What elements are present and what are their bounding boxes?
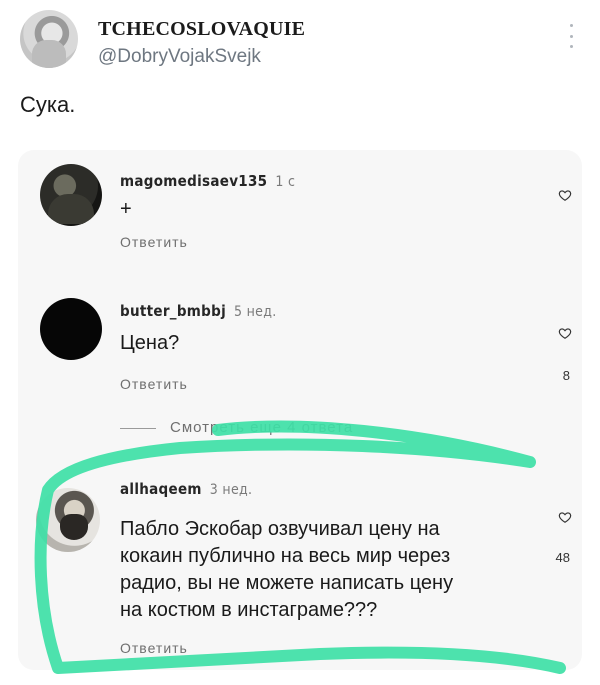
comment-text-line: на костюм в инстаграме??? xyxy=(120,599,378,621)
comment-text-line: радио, вы не можете написать цену xyxy=(120,572,454,594)
comment-text-line: Пабло Эскобар озвучивал цену на xyxy=(120,518,440,540)
heart-icon[interactable] xyxy=(558,510,572,524)
display-name[interactable]: TCHECOSLOVAQUIE xyxy=(98,18,305,41)
comment-username[interactable]: allhaqeem 3 нед. xyxy=(120,480,252,498)
tweet-header: TCHECOSLOVAQUIE @DobryVojakSvejk xyxy=(20,10,580,72)
avatar[interactable] xyxy=(40,298,102,360)
avatar[interactable] xyxy=(20,10,78,68)
avatar[interactable] xyxy=(36,488,100,552)
comment-text: Пабло Эскобар озвучивал цену на кокаин п… xyxy=(120,516,453,624)
thread-line xyxy=(120,428,156,429)
heart-icon[interactable] xyxy=(558,188,572,202)
view-replies-button[interactable]: Смотреть еще 4 ответа xyxy=(170,419,353,436)
reply-button[interactable]: Ответить xyxy=(120,376,188,392)
avatar[interactable] xyxy=(40,164,102,226)
embedded-screenshot: magomedisaev135 1 с + Ответить butter_bmb… xyxy=(18,150,582,670)
reply-button[interactable]: Ответить xyxy=(120,640,188,656)
username-text[interactable]: magomedisaev135 xyxy=(120,172,267,190)
comment-username[interactable]: butter_bmbbj 5 нед. xyxy=(120,302,277,320)
like-count: 48 xyxy=(555,550,570,565)
more-vertical-icon[interactable] xyxy=(568,24,574,48)
like-count: 8 xyxy=(562,368,570,383)
comment-time: 3 нед. xyxy=(209,482,253,498)
username-text[interactable]: allhaqeem xyxy=(120,480,202,498)
comment-text: + xyxy=(120,198,132,220)
tweet-text: Сука. xyxy=(20,92,76,117)
user-handle[interactable]: @DobryVojakSvejk xyxy=(98,46,261,68)
comment-text: Цена? xyxy=(120,332,180,354)
reply-button[interactable]: Ответить xyxy=(120,234,188,250)
comment-text-line: кокаин публично на весь мир через xyxy=(120,545,451,567)
username-text[interactable]: butter_bmbbj xyxy=(120,302,226,320)
heart-icon[interactable] xyxy=(558,326,572,340)
comment-time: 5 нед. xyxy=(234,304,277,320)
comment-time: 1 с xyxy=(275,174,296,190)
comment-username[interactable]: magomedisaev135 1 с xyxy=(120,172,295,190)
